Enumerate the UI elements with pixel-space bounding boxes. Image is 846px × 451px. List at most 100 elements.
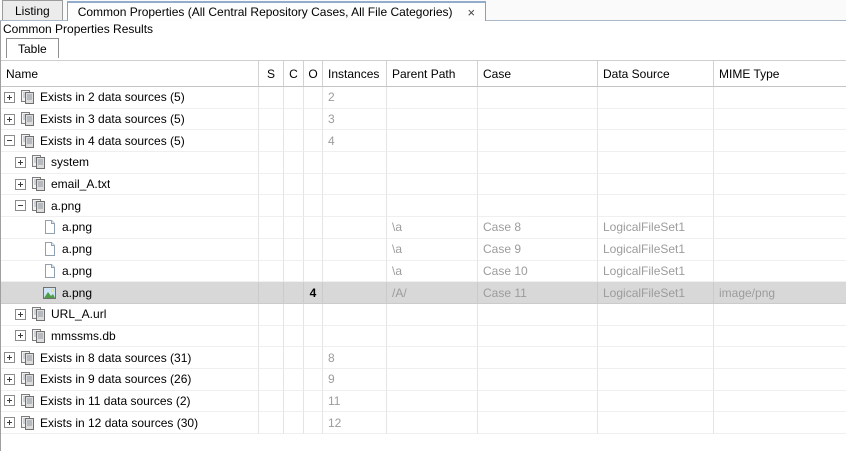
minus-box-icon[interactable] <box>15 200 26 211</box>
s-cell <box>259 195 284 217</box>
minus-box-icon[interactable] <box>4 135 15 146</box>
case-cell: Case 11 <box>478 282 598 304</box>
plus-box-icon[interactable] <box>4 417 15 428</box>
table-row[interactable]: Exists in 4 data sources (5)4 <box>1 130 846 152</box>
name-label: Exists in 4 data sources (5) <box>40 134 185 148</box>
name-cell: a.png <box>1 217 259 239</box>
data_source-cell <box>598 304 714 326</box>
column-header-data_source[interactable]: Data Source <box>598 61 714 86</box>
table-row[interactable]: a.png\aCase 9LogicalFileSet1 <box>1 239 846 261</box>
instances-cell <box>323 217 387 239</box>
data_source-cell <box>598 130 714 152</box>
table-row[interactable]: a.png <box>1 195 846 217</box>
o-cell <box>304 217 323 239</box>
documents-stack-icon <box>30 328 47 344</box>
data_source-cell <box>598 369 714 391</box>
plus-box-icon[interactable] <box>4 352 15 363</box>
column-header-case[interactable]: Case <box>478 61 598 86</box>
mime-cell <box>714 326 846 348</box>
s-cell <box>259 412 284 434</box>
plus-box-icon[interactable] <box>4 395 15 406</box>
tab-table-label: Table <box>18 42 47 56</box>
s-cell <box>259 326 284 348</box>
column-header-c[interactable]: C <box>284 61 304 86</box>
plus-box-icon[interactable] <box>15 330 26 341</box>
column-header-s[interactable]: S <box>259 61 284 86</box>
instances-cell: 9 <box>323 369 387 391</box>
table-row[interactable]: a.png\aCase 8LogicalFileSet1 <box>1 217 846 239</box>
c-cell <box>284 195 304 217</box>
plus-box-icon[interactable] <box>15 157 26 168</box>
plus-box-icon[interactable] <box>15 179 26 190</box>
table-row[interactable]: Exists in 8 data sources (31) 8 <box>1 347 846 369</box>
image-file-icon <box>41 285 58 301</box>
name-label: system <box>51 155 89 169</box>
instances-cell: 12 <box>323 412 387 434</box>
close-icon[interactable]: × <box>468 6 476 19</box>
table-row[interactable]: Exists in 12 data sources (30)12 <box>1 412 846 434</box>
c-cell <box>284 391 304 413</box>
s-cell <box>259 239 284 261</box>
instances-cell <box>323 239 387 261</box>
name-cell: Exists in 3 data sources (5) <box>1 109 259 131</box>
tab-listing[interactable]: Listing <box>2 0 63 20</box>
s-cell <box>259 217 284 239</box>
parent_path-cell <box>387 369 478 391</box>
s-cell <box>259 130 284 152</box>
parent_path-cell <box>387 109 478 131</box>
table-row[interactable]: Exists in 9 data sources (26) 9 <box>1 369 846 391</box>
data_source-cell: LogicalFileSet1 <box>598 261 714 283</box>
instances-cell <box>323 326 387 348</box>
mime-cell <box>714 391 846 413</box>
instances-cell <box>323 282 387 304</box>
o-cell <box>304 87 323 109</box>
table-row[interactable]: a.png4/A/Case 11LogicalFileSet1image/png <box>1 282 846 304</box>
case-cell: Case 10 <box>478 261 598 283</box>
plus-box-icon[interactable] <box>4 374 15 385</box>
table-row[interactable]: Exists in 11 data sources (2)11 <box>1 391 846 413</box>
parent_path-cell: \a <box>387 217 478 239</box>
table-body: Exists in 2 data sources (5)2Exists in 3… <box>1 87 846 434</box>
tab-table[interactable]: Table <box>6 38 59 58</box>
column-header-instances[interactable]: Instances <box>323 61 387 86</box>
name-label: a.png <box>62 264 92 278</box>
tree-indent <box>1 249 26 250</box>
table-row[interactable]: URL_A.url <box>1 304 846 326</box>
table-row[interactable]: Exists in 3 data sources (5) 3 <box>1 109 846 131</box>
c-cell <box>284 152 304 174</box>
mime-cell <box>714 152 846 174</box>
column-header-mime[interactable]: MIME Type <box>714 61 846 86</box>
instances-cell: 8 <box>323 347 387 369</box>
table-row[interactable]: email_A.txt <box>1 174 846 196</box>
plus-box-icon[interactable] <box>4 114 15 125</box>
o-cell <box>304 347 323 369</box>
common-properties-panel: Common Properties Results Table NameSCOI… <box>0 21 846 451</box>
parent_path-cell <box>387 391 478 413</box>
name-cell: Exists in 2 data sources (5) <box>1 87 259 109</box>
table-row[interactable]: Exists in 2 data sources (5)2 <box>1 87 846 109</box>
c-cell <box>284 217 304 239</box>
tree-indent <box>1 184 15 185</box>
column-header-parent_path[interactable]: Parent Path <box>387 61 478 86</box>
name-cell: Exists in 9 data sources (26) <box>1 369 259 391</box>
o-cell <box>304 195 323 217</box>
parent_path-cell <box>387 152 478 174</box>
instances-cell: 3 <box>323 109 387 131</box>
o-cell <box>304 391 323 413</box>
column-header-o[interactable]: O <box>304 61 323 86</box>
c-cell <box>284 130 304 152</box>
table-row[interactable]: system <box>1 152 846 174</box>
plus-box-icon[interactable] <box>4 92 15 103</box>
column-header-name[interactable]: Name <box>1 61 259 86</box>
instances-cell <box>323 195 387 217</box>
name-cell: Exists in 8 data sources (31) <box>1 347 259 369</box>
data_source-cell <box>598 347 714 369</box>
parent_path-cell <box>387 130 478 152</box>
tab-common-properties[interactable]: Common Properties (All Central Repositor… <box>67 1 486 21</box>
plus-box-icon[interactable] <box>15 309 26 320</box>
table-row[interactable]: mmssms.db <box>1 326 846 348</box>
case-cell <box>478 130 598 152</box>
tree-indent <box>1 335 15 336</box>
table-row[interactable]: a.png\aCase 10LogicalFileSet1 <box>1 261 846 283</box>
c-cell <box>284 326 304 348</box>
